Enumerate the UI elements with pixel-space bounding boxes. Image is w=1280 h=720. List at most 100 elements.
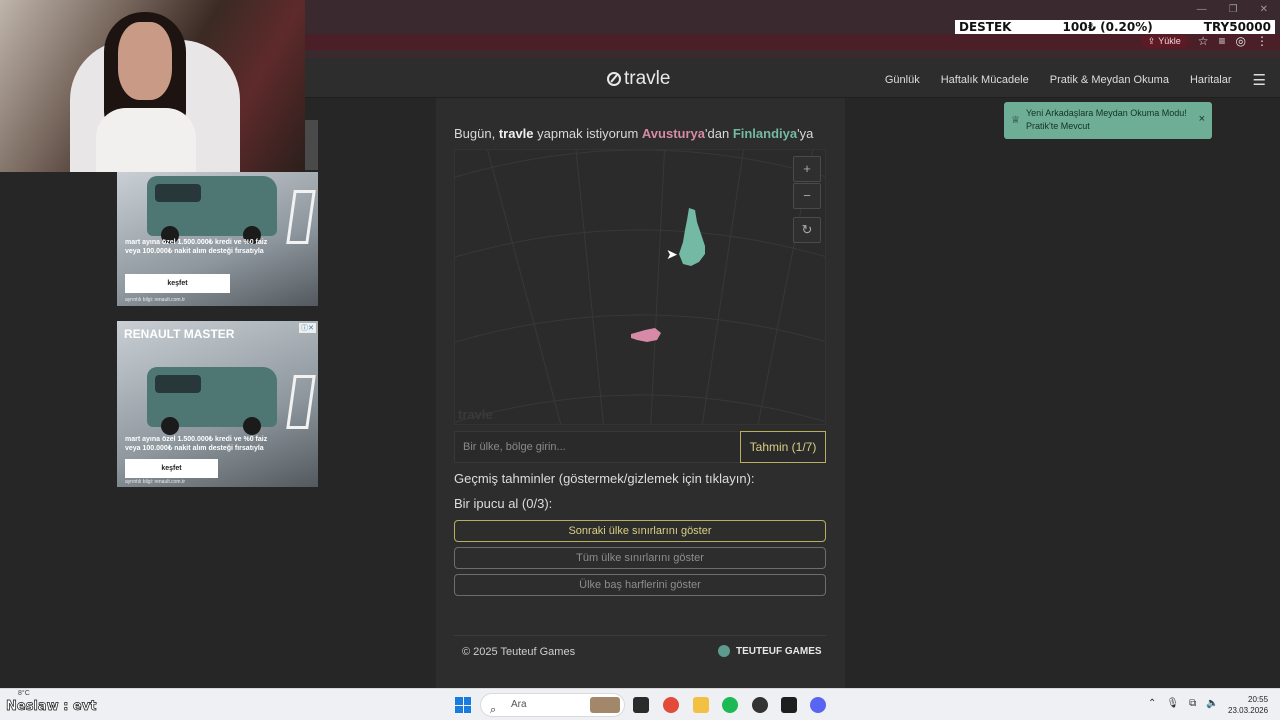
toast-close-icon[interactable]: × <box>1199 113 1205 126</box>
van-wheel <box>161 417 179 435</box>
hamburger-menu-icon[interactable]: ☰ <box>1253 71 1266 89</box>
nav-link-weekly[interactable]: Haftalık Mücadele <box>941 74 1029 86</box>
ad-disclaimer: ayrıntılı bilgi: renault.com.tr <box>125 479 186 485</box>
search-placeholder: Ara <box>511 699 527 710</box>
travle-logo[interactable]: travle <box>607 68 670 90</box>
media-queue-icon[interactable]: ≡ <box>1219 34 1226 48</box>
renault-ad-2[interactable]: RENAULT MASTER ⓘ✕ mart ayına özel 1.500.… <box>117 321 318 487</box>
guess-history-toggle[interactable]: Geçmiş tahminler (göstermek/gizlemek içi… <box>454 471 755 486</box>
footer-divider <box>454 635 826 636</box>
nav-links: Günlük Haftalık Mücadele Pratik & Meydan… <box>885 71 1266 89</box>
game-map[interactable]: + − ↻ travle ➤ <box>454 149 826 425</box>
reset-view-button[interactable]: ↻ <box>793 217 821 243</box>
renault-ad-1[interactable]: mart ayına özel 1.500.000₺ kredi ve %0 f… <box>117 172 318 306</box>
toast-message: Yeni Arkadaşlara Meydan Okuma Modu! Prat… <box>1026 108 1187 131</box>
bookmark-star-icon[interactable]: ☆ <box>1198 34 1209 48</box>
microphone-icon[interactable]: 🎙 <box>1166 698 1179 709</box>
from-suffix: 'dan <box>705 126 733 141</box>
search-icon: ⌕ <box>490 704 497 716</box>
guess-button[interactable]: Tahmin (1/7) <box>740 431 826 463</box>
zoom-out-button[interactable]: − <box>793 183 821 209</box>
upload-button[interactable]: ⇪ Yükle <box>1140 34 1188 48</box>
browser-band <box>305 34 1280 50</box>
zoom-in-button[interactable]: + <box>793 156 821 182</box>
prompt-prefix: Bugün, <box>454 126 499 141</box>
globe-icon <box>718 645 730 657</box>
upload-label: Yükle <box>1158 36 1181 46</box>
maximize-icon[interactable]: ❐ <box>1229 4 1238 15</box>
renault-logo-icon <box>286 375 316 429</box>
ad-discover-button[interactable]: keşfet <box>125 459 218 478</box>
weather-temp: 8°C <box>18 690 30 697</box>
copyright-text: © 2025 Teuteuf Games <box>462 646 576 658</box>
windows-taskbar: 8°C Neslaw : evt ⌕ Ara ⌃ 🎙 ⧉ 🔈 20:55 23.… <box>0 688 1280 720</box>
game-prompt: Bugün, travle yapmak istiyorum Avusturya… <box>454 126 813 141</box>
start-country: Avusturya <box>641 126 706 141</box>
country-guess-input[interactable] <box>454 431 741 463</box>
renault-logo-icon <box>286 190 316 244</box>
stream-chat-overlay: Neslaw : evt <box>6 699 97 715</box>
browser-toolbar: ⇪ Yükle ☆ ≡ ◎ ⋮ <box>1140 34 1268 48</box>
nav-link-practice[interactable]: Pratik & Meydan Okuma <box>1050 74 1169 86</box>
hint-title: Bir ipucu al (0/3): <box>454 496 553 511</box>
target-country: Finlandiya <box>732 126 798 141</box>
close-window-icon[interactable]: ✕ <box>1260 4 1268 15</box>
clock-date: 23.03.2026 <box>1228 706 1269 715</box>
van-image <box>147 367 277 435</box>
profile-icon[interactable]: ◎ <box>1236 34 1246 48</box>
task-view-icon[interactable] <box>633 697 649 713</box>
van-image <box>147 176 277 244</box>
obs-icon[interactable] <box>752 697 768 713</box>
widgets-icon[interactable] <box>590 697 620 713</box>
file-explorer-icon[interactable] <box>693 697 709 713</box>
nav-link-daily[interactable]: Günlük <box>885 74 920 86</box>
webcam-overlay <box>0 0 305 172</box>
austria-shape <box>631 328 661 342</box>
chrome-icon[interactable] <box>663 697 679 713</box>
hint-all-borders-button[interactable]: Tüm ülke sınırlarını göster <box>454 547 826 569</box>
site-navbar: travle Günlük Haftalık Mücadele Pratik &… <box>305 58 1280 98</box>
teuteuf-games-link[interactable]: TEUTEUF GAMES <box>718 645 822 657</box>
map-canvas <box>455 150 825 424</box>
compass-icon <box>607 72 621 86</box>
streamer-body <box>96 108 196 172</box>
prompt-mid: yapmak istiyorum <box>533 126 642 141</box>
ticker-amount: 100₺ (0.20%) <box>1062 20 1153 34</box>
chevron-up-icon[interactable]: ⌃ <box>1148 698 1156 709</box>
trophy-icon: ♕ <box>1011 115 1020 126</box>
clock-time: 20:55 <box>1248 695 1269 704</box>
webcam-edge <box>305 120 318 170</box>
terminal-icon[interactable] <box>781 697 797 713</box>
volume-icon[interactable]: 🔈 <box>1206 698 1218 709</box>
notification-toast: ♕ Yeni Arkadaşlara Meydan Okuma Modu! Pr… <box>1004 102 1212 139</box>
map-watermark: travle <box>458 407 493 422</box>
donation-ticker: DESTEK 100₺ (0.20%) TRY50000 <box>955 20 1275 34</box>
finland-shape <box>679 208 705 266</box>
ad-discover-button[interactable]: keşfet <box>125 274 230 293</box>
ticker-label: DESTEK <box>959 20 1012 34</box>
hint-initials-button[interactable]: Ülke baş harflerini göster <box>454 574 826 596</box>
taskbar-clock[interactable]: 20:55 23.03.2026 <box>1228 694 1268 716</box>
browser-menu-icon[interactable]: ⋮ <box>1256 34 1268 48</box>
ad-title: RENAULT MASTER <box>124 327 235 341</box>
to-suffix: 'ya <box>797 126 814 141</box>
ad-offer-text: mart ayına özel 1.500.000₺ kredi ve %0 f… <box>125 239 268 255</box>
mouse-cursor-icon: ➤ <box>666 246 678 262</box>
ad-offer-text: mart ayına özel 1.500.000₺ kredi ve %0 f… <box>125 436 268 452</box>
spotify-icon[interactable] <box>722 697 738 713</box>
hint-next-borders-button[interactable]: Sonraki ülke sınırlarını göster <box>454 520 826 542</box>
ticker-goal: TRY50000 <box>1203 20 1271 34</box>
windows-start-icon[interactable] <box>455 697 471 713</box>
upload-icon: ⇪ <box>1147 35 1156 46</box>
van-wheel <box>243 417 261 435</box>
teuteuf-label: TEUTEUF GAMES <box>736 645 822 657</box>
system-tray: ⌃ 🎙 ⧉ 🔈 <box>1148 698 1219 709</box>
prompt-brand: travle <box>498 126 534 141</box>
streamer-face <box>118 22 172 100</box>
minimize-icon[interactable]: — <box>1197 4 1207 15</box>
window-controls: — ❐ ✕ <box>1197 4 1268 15</box>
nav-link-maps[interactable]: Haritalar <box>1190 74 1232 86</box>
adchoices-icon[interactable]: ⓘ✕ <box>299 323 316 333</box>
network-icon[interactable]: ⧉ <box>1189 698 1196 709</box>
discord-icon[interactable] <box>810 697 826 713</box>
